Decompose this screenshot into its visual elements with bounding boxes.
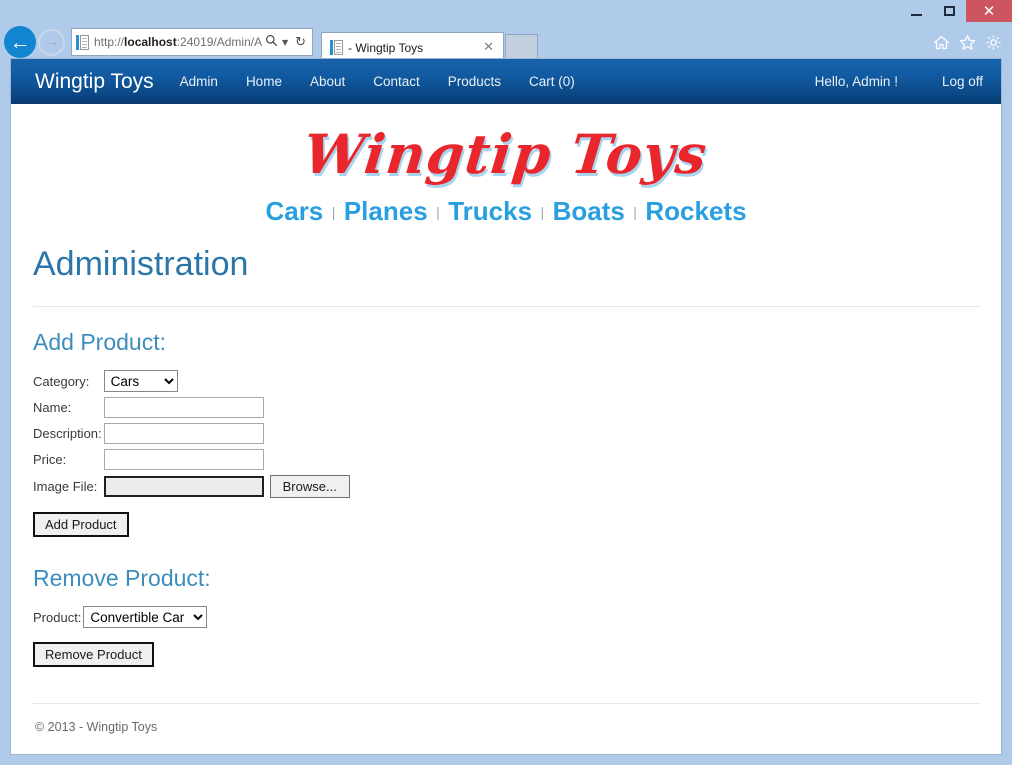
- category-link-cars[interactable]: Cars: [265, 196, 323, 226]
- forward-button[interactable]: →: [38, 28, 65, 56]
- greeting-label[interactable]: Hello, Admin !: [815, 74, 898, 89]
- minimize-button[interactable]: [900, 0, 933, 22]
- close-window-button[interactable]: ✕: [966, 0, 1012, 22]
- product-field-cell: Convertible Car: [83, 606, 208, 633]
- category-label: Category:: [33, 373, 90, 389]
- chevron-down-icon[interactable]: ▼: [281, 38, 292, 47]
- category-link-boats[interactable]: Boats: [553, 196, 625, 226]
- add-product-form: Category: Cars Name: Description: Price:…: [33, 370, 350, 503]
- browser-toolbar: ← → http://localhost:24019/Admin/A ▼ ↻ -…: [0, 22, 1012, 62]
- log-off-link[interactable]: Log off: [942, 74, 983, 89]
- site-brand[interactable]: Wingtip Toys: [35, 70, 154, 94]
- category-separator: |: [436, 204, 440, 220]
- description-input[interactable]: [103, 423, 264, 444]
- category-link-planes[interactable]: Planes: [344, 196, 428, 226]
- description-field-cell: [103, 423, 350, 449]
- category-link-trucks[interactable]: Trucks: [448, 196, 532, 226]
- remove-product-form: Product: Convertible Car: [33, 606, 208, 633]
- settings-gear-icon[interactable]: [985, 34, 1002, 51]
- maximize-button[interactable]: [933, 0, 966, 22]
- description-label: Description:: [33, 426, 102, 441]
- form-row-description: Description:: [33, 423, 350, 449]
- browse-button[interactable]: Browse...: [269, 475, 350, 498]
- footer-text: © 2013 - Wingtip Toys: [35, 720, 158, 734]
- title-bar: ✕: [0, 0, 1012, 22]
- remove-product-button[interactable]: Remove Product: [33, 642, 154, 667]
- url-text: http://localhost:24019/Admin/A: [94, 35, 262, 49]
- main-content: Administration Add Product: Category: Ca…: [11, 245, 1001, 734]
- refresh-icon[interactable]: ↻: [292, 35, 309, 50]
- category-separator: |: [540, 204, 545, 220]
- product-select[interactable]: Convertible Car: [83, 606, 208, 628]
- tab-title: - Wingtip Toys: [348, 40, 424, 55]
- nav-item-admin[interactable]: Admin: [180, 74, 218, 89]
- site-navbar: Wingtip Toys Admin Home About Contact Pr…: [11, 59, 1001, 104]
- navbar-right: Hello, Admin ! Log off: [771, 74, 983, 89]
- add-product-heading: Add Product:: [33, 329, 166, 355]
- form-row-price: Price:: [33, 449, 350, 475]
- name-input[interactable]: [103, 397, 264, 418]
- category-select[interactable]: Cars: [103, 370, 178, 392]
- page-document-icon: [76, 34, 89, 50]
- search-icon[interactable]: [262, 34, 281, 51]
- image-file-label: Image File:: [33, 479, 98, 494]
- address-bar[interactable]: http://localhost:24019/Admin/A ▼ ↻: [71, 28, 313, 56]
- product-label: Product:: [33, 609, 82, 625]
- nav-item-contact[interactable]: Contact: [373, 74, 420, 89]
- browser-window: ✕ ← → http://localhost:24019/Admin/A ▼ ↻…: [0, 0, 1012, 765]
- form-row-product: Product: Convertible Car: [33, 606, 208, 633]
- remove-product-heading: Remove Product:: [33, 565, 211, 591]
- nav-item-home[interactable]: Home: [246, 74, 282, 89]
- favorites-star-icon[interactable]: [959, 34, 976, 51]
- price-field-cell: [103, 449, 350, 475]
- tab-close-icon[interactable]: ✕: [478, 40, 499, 55]
- image-file-cell: Browse...: [103, 475, 350, 503]
- page-title: Administration: [33, 245, 981, 307]
- nav-item-about[interactable]: About: [310, 74, 345, 89]
- logo-area: Wingtip Toys: [11, 104, 1001, 190]
- price-input[interactable]: [103, 449, 264, 470]
- category-nav: Cars | Planes | Trucks | Boats | Rockets: [11, 190, 1001, 239]
- page-viewport: Wingtip Toys Admin Home About Contact Pr…: [10, 58, 1002, 755]
- category-separator: |: [633, 204, 637, 220]
- wingtip-toys-logo[interactable]: Wingtip Toys: [301, 122, 711, 186]
- tab-page-icon: [330, 40, 343, 55]
- image-file-input[interactable]: [103, 476, 264, 497]
- name-field-cell: [103, 397, 350, 423]
- form-row-image-file: Image File: Browse...: [33, 475, 350, 503]
- nav-item-products[interactable]: Products: [448, 74, 501, 89]
- add-product-button[interactable]: Add Product: [33, 512, 129, 537]
- browser-tool-icons: [933, 34, 1006, 51]
- home-icon[interactable]: [933, 34, 950, 51]
- price-label: Price:: [33, 452, 67, 467]
- name-label: Name:: [33, 400, 72, 415]
- back-button[interactable]: ←: [4, 26, 36, 58]
- category-field-cell: Cars: [103, 370, 350, 397]
- form-row-category: Category: Cars: [33, 370, 350, 397]
- nav-item-cart[interactable]: Cart (0): [529, 74, 575, 89]
- category-link-rockets[interactable]: Rockets: [645, 196, 746, 226]
- tab-strip: - Wingtip Toys ✕: [321, 22, 538, 62]
- category-separator: |: [331, 204, 336, 220]
- form-row-name: Name:: [33, 397, 350, 423]
